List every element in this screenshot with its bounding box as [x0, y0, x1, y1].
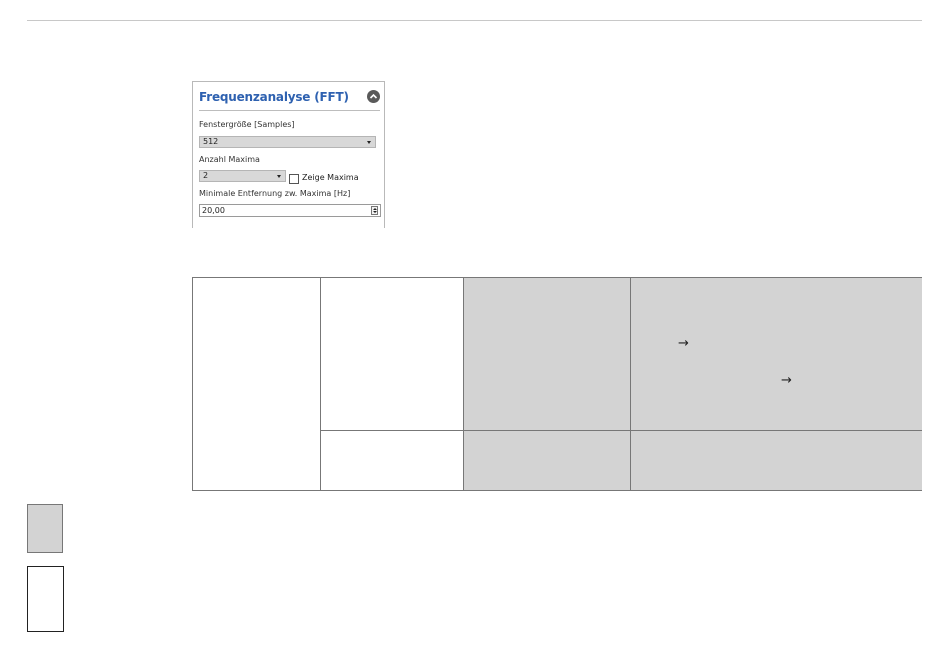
dropdown-caret-icon — [277, 175, 281, 178]
panel-title: Frequenzanalyse (FFT) — [199, 90, 349, 104]
right-arrow-icon: → — [781, 373, 792, 388]
max-count-value: 2 — [203, 171, 209, 180]
window-size-dropdown[interactable]: 512 — [199, 136, 376, 148]
spinner-stepper[interactable] — [371, 206, 378, 215]
column-divider — [320, 278, 321, 490]
min-distance-input[interactable]: 20,00 — [199, 204, 381, 217]
content-table: → → — [192, 277, 922, 491]
window-size-label: Fenstergröße [Samples] — [199, 120, 295, 129]
right-arrow-icon: → — [678, 336, 689, 351]
spin-up-icon — [373, 208, 377, 210]
column-divider — [463, 278, 464, 490]
spin-down-icon — [373, 211, 377, 213]
fft-settings-panel: Frequenzanalyse (FFT) Fenstergröße [Samp… — [192, 81, 385, 228]
window-size-value: 512 — [203, 137, 219, 146]
legend-white-box — [27, 566, 64, 632]
legend-gray-box — [27, 504, 63, 553]
show-maxima-checkbox[interactable] — [289, 174, 299, 184]
max-count-dropdown[interactable]: 2 — [199, 170, 286, 182]
min-distance-label: Minimale Entfernung zw. Maxima [Hz] — [199, 189, 351, 198]
min-distance-value: 20,00 — [202, 206, 225, 215]
show-maxima-label: Zeige Maxima — [302, 173, 359, 182]
column-divider — [630, 278, 631, 490]
panel-header: Frequenzanalyse (FFT) — [199, 90, 380, 111]
max-count-label: Anzahl Maxima — [199, 155, 260, 164]
dropdown-caret-icon — [367, 141, 371, 144]
gray-cells-region — [464, 278, 922, 490]
row-divider — [320, 430, 922, 431]
collapse-chevron-up-icon[interactable] — [367, 90, 380, 103]
top-divider — [27, 20, 922, 21]
